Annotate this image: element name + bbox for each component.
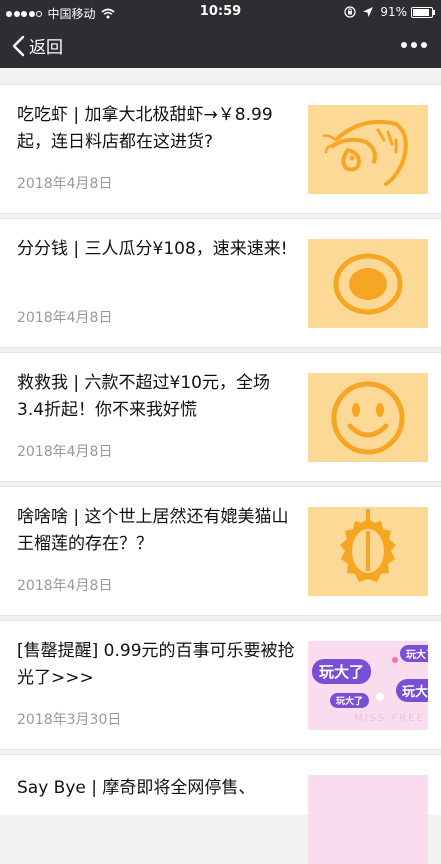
article-card[interactable]: 吃吃虾 | 加拿大北极甜虾→￥8.99起，连日料店都在这进货? 2018年4月8… <box>0 84 441 214</box>
article-thumbnail <box>308 105 428 194</box>
article-title: 啥啥啥 | 这个世上居然还有媲美猫山王榴莲的存在？？ <box>17 507 289 554</box>
back-label: 返回 <box>29 38 63 58</box>
banner-pill: 玩大了 <box>400 645 428 662</box>
article-thumbnail <box>308 373 428 462</box>
durian-icon <box>340 508 396 582</box>
more-dot-icon <box>401 42 407 48</box>
article-thumbnail <box>308 507 428 596</box>
chevron-left-icon <box>12 35 25 56</box>
banner-pill: 玩大了 <box>396 679 428 702</box>
back-button[interactable]: 返回 <box>12 33 63 58</box>
article-card[interactable]: 救救我 | 六款不超过¥10元，全场3.4折起！你不来我好慌 2018年4月8日 <box>0 352 441 482</box>
article-date: 2018年4月8日 <box>17 444 113 460</box>
article-date: 2018年4月8日 <box>17 578 113 594</box>
article-thumbnail: 玩大了 玩大了 玩大了 玩大了 MISS FREE <box>308 641 428 730</box>
smiley-icon <box>331 381 405 454</box>
battery-icon <box>411 6 435 18</box>
article-thumbnail <box>308 775 428 864</box>
nav-bar: 返回 <box>0 24 441 68</box>
banner-dot <box>376 693 384 701</box>
banner-watermark: MISS FREE <box>354 713 425 724</box>
more-dot-icon <box>421 42 427 48</box>
article-date: 2018年4月8日 <box>17 176 113 192</box>
article-title: 吃吃虾 | 加拿大北极甜虾→￥8.99起，连日料店都在这进货? <box>17 105 273 152</box>
banner-pill: 玩大了 <box>312 659 372 684</box>
banner-dot <box>392 657 398 663</box>
article-card[interactable]: 分分钱 | 三人瓜分¥108，速来速来! 2018年4月8日 <box>0 218 441 348</box>
article-title: 救救我 | 六款不超过¥10元，全场3.4折起！你不来我好慌 <box>17 373 270 420</box>
article-title: Say Bye | 摩奇即将全网停售、 <box>17 778 256 798</box>
article-card[interactable]: 啥啥啥 | 这个世上居然还有媲美猫山王榴莲的存在？？ 2018年4月8日 <box>0 486 441 616</box>
article-list: 吃吃虾 | 加拿大北极甜虾→￥8.99起，连日料店都在这进货? 2018年4月8… <box>0 84 441 864</box>
more-dot-icon <box>411 42 417 48</box>
location-arrow-icon <box>363 7 374 17</box>
coin-icon <box>333 253 403 314</box>
banner-pill: 玩大了 <box>330 693 370 708</box>
article-card[interactable]: [售罄提醒] 0.99元的百事可乐要被抢光了>>> 2018年3月30日 玩大了… <box>0 620 441 750</box>
article-thumbnail <box>308 239 428 328</box>
more-options-button[interactable] <box>397 36 427 54</box>
status-bar: 中国移动 10:59 91% <box>0 0 441 24</box>
article-date: 2018年3月30日 <box>17 712 122 728</box>
article-date: 2018年4月8日 <box>17 310 113 326</box>
orientation-lock-icon <box>344 6 356 18</box>
status-right: 91% <box>344 5 435 19</box>
article-title: 分分钱 | 三人瓜分¥108，速来速来! <box>17 239 288 259</box>
article-title: [售罄提醒] 0.99元的百事可乐要被抢光了>>> <box>17 641 295 688</box>
shrimp-icon <box>322 119 408 186</box>
battery-percent: 91% <box>380 5 407 19</box>
